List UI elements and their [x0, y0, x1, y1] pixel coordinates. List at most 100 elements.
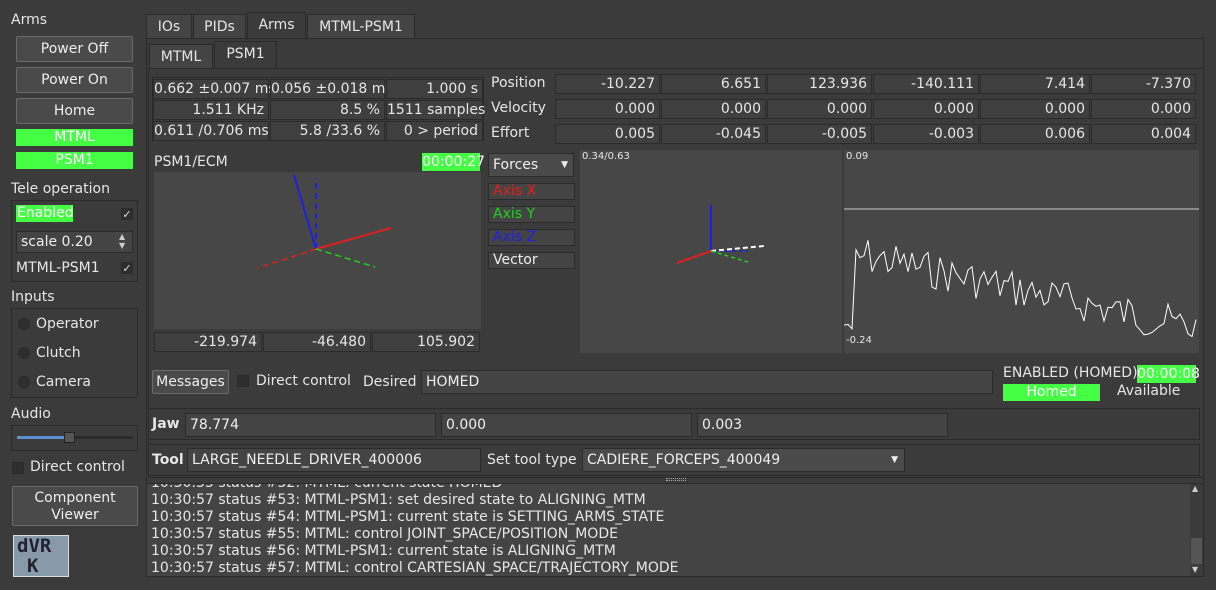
axis-y-toggle[interactable]: Axis Y	[488, 206, 575, 223]
timing-cell: 0 > period	[386, 121, 483, 141]
frame-timer: 00:00:27	[422, 153, 485, 171]
log-scrollbar[interactable]: ▲ ▼	[1190, 484, 1203, 576]
state-timer: 00:00:08	[1137, 365, 1200, 383]
log-line: 10:30:57 status #57: MTML: control CARTE…	[151, 560, 679, 576]
tool-type-select[interactable]: CADIERE_FORCEPS_400049 ▼	[582, 448, 905, 472]
tele-enabled-checkbox[interactable]: ✓	[121, 208, 133, 220]
tab-ios[interactable]: IOs	[146, 14, 192, 39]
component-viewer-line2: Viewer	[51, 507, 99, 523]
timing-cell: 1511 samples	[386, 100, 486, 120]
desired-state-field: HOMED	[421, 370, 993, 394]
tele-operation-title: Tele operation	[11, 181, 110, 197]
state-cell: 0.000	[661, 99, 766, 119]
chevron-down-icon: ▼	[891, 455, 898, 465]
messages-button[interactable]: Messages	[152, 370, 229, 394]
tab-arms[interactable]: Arms	[247, 12, 306, 40]
timing-cell: 8.5 %	[270, 100, 385, 120]
log-line: 10:30:57 status #54: MTML-PSM1: current …	[151, 509, 665, 525]
state-cell: -10.227	[555, 74, 660, 94]
operator-radio[interactable]	[18, 318, 30, 330]
audio-slider-fill	[17, 436, 70, 439]
spin-arrows-icon[interactable]: ▲ ▼	[119, 232, 125, 250]
scroll-up-icon[interactable]: ▲	[1192, 484, 1198, 493]
logo-bottom: K	[27, 555, 39, 577]
tab-mtml-psm1[interactable]: MTML-PSM1	[307, 14, 415, 39]
frame-y-value: -46.480	[263, 332, 371, 352]
scale-spinbox[interactable]: scale 0.20	[16, 231, 133, 253]
state-cell: 0.000	[1091, 99, 1196, 119]
frame-3d-view[interactable]	[154, 172, 481, 329]
axis-z-line	[293, 174, 317, 250]
effort-plot: 0.09 -0.24	[844, 150, 1199, 353]
force-x-line	[676, 250, 712, 264]
tool-label: Tool	[152, 452, 184, 468]
scroll-thumb[interactable]	[1191, 538, 1202, 564]
axis-z-toggle[interactable]: Axis Z	[488, 229, 575, 246]
vector-toggle[interactable]: Vector	[488, 252, 575, 269]
jaw-label: Jaw	[152, 416, 180, 432]
state-cell: -0.003	[873, 124, 979, 144]
timing-cell: 1.511 KHz	[153, 100, 269, 120]
direct-control-label: Direct control	[256, 373, 351, 389]
log-line: 10:30:57 status #56: MTML-PSM1: current …	[151, 543, 616, 559]
frame-z-value: 105.902	[372, 332, 480, 352]
state-cell: 0.004	[1091, 124, 1196, 144]
power-on-button[interactable]: Power On	[16, 67, 133, 93]
state-cell: 0.000	[555, 99, 660, 119]
axis-x-toggle[interactable]: Axis X	[488, 183, 575, 200]
splitter-handle[interactable]	[666, 478, 686, 481]
state-cell: 0.006	[980, 124, 1090, 144]
clutch-label: Clutch	[36, 345, 81, 361]
forces-3d-view[interactable]: 0.34/0.63	[580, 150, 842, 353]
logo-top: dVR	[17, 535, 52, 557]
component-viewer-button[interactable]: Component Viewer	[12, 486, 138, 526]
dvrk-logo: dVR K	[13, 535, 69, 577]
forces-select-value: Forces	[493, 157, 539, 173]
direct-control-checkbox[interactable]	[237, 375, 249, 387]
state-cell: -140.111	[873, 74, 979, 94]
camera-radio[interactable]	[18, 376, 30, 388]
log-line: 10:30:57 status #53: MTML-PSM1: set desi…	[151, 492, 646, 508]
clutch-radio[interactable]	[18, 347, 30, 359]
jaw-effort: 0.003	[697, 413, 948, 437]
forces-select[interactable]: Forces ▼	[488, 153, 574, 177]
tele-pair-checkbox[interactable]: ✓	[121, 262, 133, 274]
scale-value: scale 0.20	[21, 234, 93, 250]
log-line: 10:30:55 status #52: MTML: current state…	[151, 483, 503, 491]
frame-x-value: -219.974	[154, 332, 262, 352]
plot-svg	[844, 208, 1199, 338]
audio-title: Audio	[11, 406, 51, 422]
state-cell: -7.370	[1091, 74, 1196, 94]
desired-label: Desired	[363, 374, 417, 390]
forces-axes-svg	[676, 205, 765, 264]
subtab-psm1[interactable]: PSM1	[214, 41, 277, 69]
position-label: Position	[491, 75, 546, 91]
state-cell: 0.005	[555, 124, 660, 144]
arms-title: Arms	[11, 12, 48, 28]
timing-cell: 0.662 ±0.007 ms	[153, 79, 276, 99]
timing-cell: 5.8 /33.6 %	[270, 121, 385, 141]
power-off-button[interactable]: Power Off	[16, 36, 133, 62]
audio-slider-handle[interactable]	[64, 432, 76, 443]
subtab-mtml[interactable]: MTML	[149, 44, 213, 69]
state-cell: 0.000	[980, 99, 1090, 119]
arm-psm1-button[interactable]: PSM1	[16, 152, 133, 169]
message-log[interactable]: 10:30:55 status #52: MTML: current state…	[146, 483, 1204, 577]
jaw-velocity: 0.000	[441, 413, 692, 437]
arm-mtml-button[interactable]: MTML	[16, 129, 133, 146]
velocity-label: Velocity	[491, 100, 546, 116]
component-viewer-line1: Component	[34, 490, 116, 506]
state-cell: 0.000	[767, 99, 872, 119]
direct-control-checkbox-sidebar[interactable]	[12, 462, 24, 474]
state-cell: 0.000	[873, 99, 979, 119]
effort-label: Effort	[491, 125, 530, 141]
scroll-down-icon[interactable]: ▼	[1192, 565, 1198, 574]
tele-pair-label: MTML-PSM1	[16, 260, 100, 276]
force-y-dashed	[710, 250, 749, 263]
home-button[interactable]: Home	[16, 98, 133, 124]
set-tool-type-label: Set tool type	[487, 452, 577, 468]
tab-pids[interactable]: PIDs	[193, 14, 246, 39]
camera-label: Camera	[36, 374, 91, 390]
inputs-title: Inputs	[11, 289, 55, 305]
timing-cell: 0.056 ±0.018 ms	[270, 79, 393, 99]
